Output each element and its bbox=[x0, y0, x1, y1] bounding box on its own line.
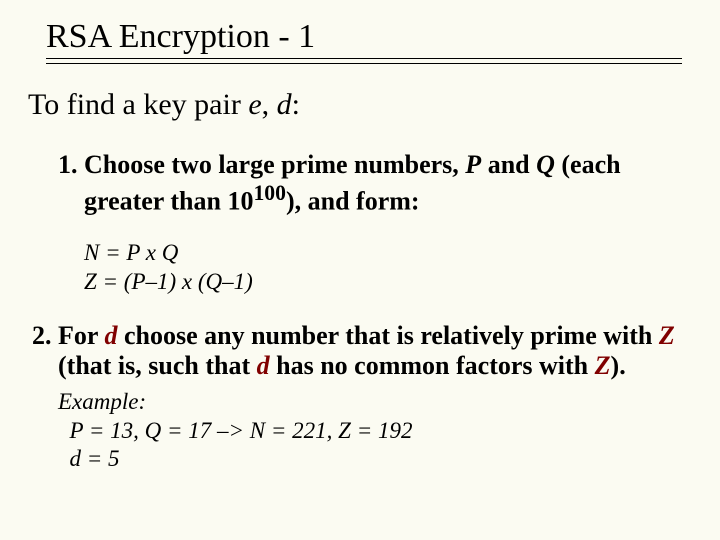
intro-suffix: : bbox=[292, 88, 300, 121]
intro-var-d: d bbox=[277, 88, 292, 121]
intro-var-e: e bbox=[248, 88, 261, 121]
step2-var-d1: d bbox=[104, 321, 117, 350]
step2-text-c: (that is, such that bbox=[58, 351, 257, 380]
slide: RSA Encryption - 1 To find a key pair e,… bbox=[0, 0, 720, 540]
step1-var-P: P bbox=[465, 150, 481, 179]
step1-exponent: 100 bbox=[253, 181, 285, 205]
step1-text-b: and bbox=[481, 150, 536, 179]
formula-block: N = P x Q Z = (P–1) x (Q–1) bbox=[84, 239, 692, 297]
step2-text-a: For bbox=[58, 321, 104, 350]
intro-prefix: To find a key pair bbox=[28, 88, 248, 121]
step2-var-Z1: Z bbox=[659, 321, 675, 350]
example-line-1: P = 13, Q = 17 –> N = 221, Z = 192 bbox=[58, 417, 692, 446]
example-block: Example: P = 13, Q = 17 –> N = 221, Z = … bbox=[58, 388, 692, 474]
formula-N: N = P x Q bbox=[84, 239, 692, 268]
step2-number: 2. bbox=[32, 321, 58, 350]
step2-text-e: has no common factors with bbox=[270, 351, 595, 380]
title-block: RSA Encryption - 1 bbox=[46, 18, 692, 64]
formula-Z: Z = (P–1) x (Q–1) bbox=[84, 268, 692, 297]
intro-line: To find a key pair e, d: bbox=[28, 88, 692, 122]
example-line-2: d = 5 bbox=[58, 445, 692, 474]
step2-text-b: choose any number that is relatively pri… bbox=[117, 321, 658, 350]
step2-var-d2: d bbox=[257, 351, 270, 380]
step1-number: 1. bbox=[58, 150, 84, 179]
step-1: 1. Choose two large prime numbers, P and… bbox=[28, 150, 692, 217]
title-underline bbox=[46, 58, 682, 64]
step1-text-a: Choose two large prime numbers, bbox=[84, 150, 465, 179]
step1-var-Q: Q bbox=[536, 150, 555, 179]
step1-text-d: ), and form: bbox=[286, 186, 420, 215]
slide-title: RSA Encryption - 1 bbox=[46, 18, 692, 58]
step-2: 2. For d choose any number that is relat… bbox=[28, 321, 692, 382]
step2-var-Z2: Z bbox=[595, 351, 611, 380]
intro-comma: , bbox=[262, 88, 277, 121]
example-label: Example: bbox=[58, 388, 692, 417]
step2-text-f: ). bbox=[611, 351, 626, 380]
